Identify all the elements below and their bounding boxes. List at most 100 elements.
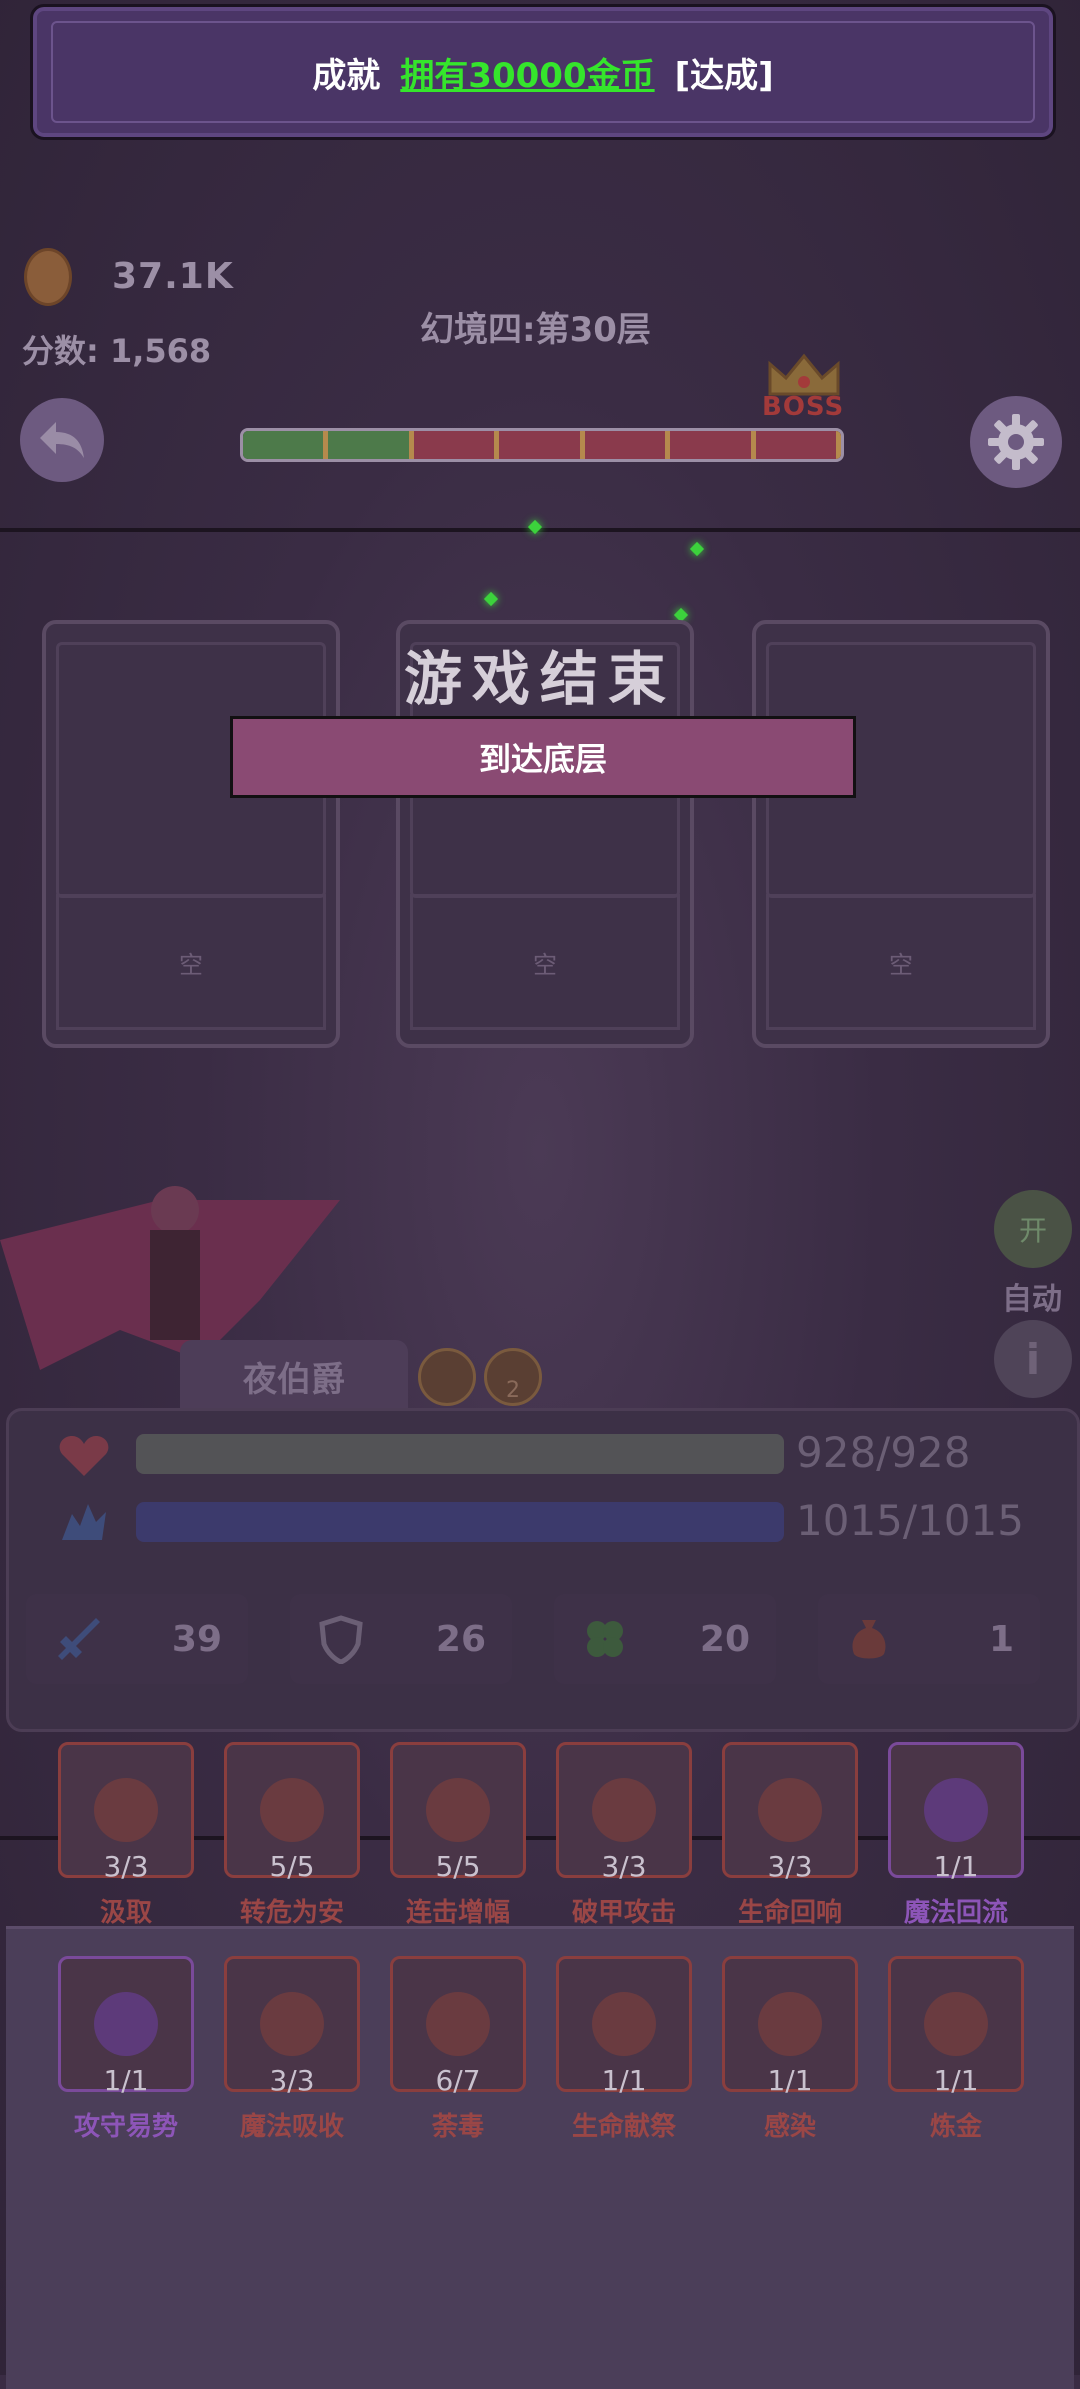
attack-value: 39 [171,1618,222,1660]
clover-icon [587,1621,623,1657]
skill-icon [592,1778,656,1842]
skill-icon [924,1778,988,1842]
mana-icon [62,1504,106,1540]
settings-button[interactable] [970,396,1062,488]
buff-stack-icon[interactable]: 2 [484,1348,542,1406]
shield-icon [319,1615,363,1664]
skill-slot[interactable]: 5/5 [224,1742,360,1883]
skill-icon [592,1992,656,2056]
skill-count: 3/3 [103,1850,149,1883]
skill-count: 1/1 [767,2064,813,2097]
luck-stat: 20 [554,1594,776,1684]
info-icon: i [1025,1334,1041,1384]
skill-name: 转危为安 [239,1898,344,1928]
hp-bar [136,1434,784,1474]
luck-value: 20 [699,1618,750,1660]
mp-value: 1015/1015 [796,1496,1024,1545]
skill-icon [94,1992,158,2056]
mp-bar [136,1502,784,1542]
progress-segment [413,431,500,459]
character-name: 夜伯爵 [180,1340,408,1412]
skill-icon [426,1778,490,1842]
skill-slot[interactable]: 1/1 [556,1956,692,2097]
skill-icon [924,1992,988,2056]
auto-toggle-button[interactable]: 开 [994,1190,1072,1268]
heart-icon [59,1436,109,1476]
coin-count: 37.1K [112,256,234,297]
skill-name: 荼毒 [431,2112,484,2142]
buff-count: 2 [506,1378,520,1403]
skill-icon [260,1778,324,1842]
defense-stat: 26 [290,1594,512,1684]
skill-slot[interactable]: 3/3 [722,1742,858,1883]
achievement-status: [达成] [674,55,774,96]
card-slot-label: 空 [410,894,680,1030]
skill-icon [426,1992,490,2056]
floor-progress-bar [240,428,844,462]
pouch-icon [852,1620,886,1659]
game-over-reason: 到达底层 [230,716,856,798]
progress-segment [755,431,841,459]
buff-icon[interactable] [418,1348,476,1406]
skill-name: 生命献祭 [571,2112,676,2142]
back-button[interactable] [20,398,104,482]
progress-segment [670,431,756,459]
skill-name: 生命回响 [737,1898,842,1928]
skill-name: 炼金 [929,2112,982,2142]
skill-slot[interactable]: 3/3 [58,1742,194,1883]
skill-name: 感染 [763,2112,816,2142]
skill-name: 连击增幅 [405,1898,510,1928]
skill-slot[interactable]: 5/5 [390,1742,526,1883]
skill-slot[interactable]: 1/1 [58,1956,194,2097]
skill-icon [260,1992,324,2056]
progress-segment [243,431,329,459]
potion-stat: 1 [818,1594,1040,1684]
skill-count: 5/5 [269,1850,315,1883]
skill-name: 魔法回流 [903,1898,1008,1928]
info-button[interactable]: i [994,1320,1072,1398]
auto-toggle-label: 开 [1018,1214,1047,1247]
skill-count: 3/3 [269,2064,315,2097]
gear-icon [988,414,1044,470]
coin-icon [24,248,72,306]
skill-count: 1/1 [933,1850,979,1883]
skill-slot[interactable]: 1/1 [888,1956,1024,2097]
skill-count: 3/3 [601,1850,647,1883]
skill-icon [94,1778,158,1842]
boss-label: BOSS [762,392,845,422]
skill-count: 6/7 [435,2064,481,2097]
defense-value: 26 [435,1618,486,1660]
game-over-title: 游戏结束 [403,645,676,713]
score-label: 分数: 1,568 [22,332,212,370]
level-title: 幻境四:第30层 [420,310,651,350]
skill-slot[interactable]: 1/1 [722,1956,858,2097]
achievement-banner: 成就 拥有30000金币 [达成] [30,4,1056,140]
card-slot-label: 空 [56,894,326,1030]
skill-count: 1/1 [601,2064,647,2097]
auto-label: 自动 [1002,1282,1062,1317]
skill-count: 1/1 [933,2064,979,2097]
skill-icon [758,1778,822,1842]
attack-stat: 39 [26,1594,248,1684]
progress-segment [584,431,671,459]
skill-slot[interactable]: 3/3 [556,1742,692,1883]
achievement-prefix: 成就 [312,55,381,96]
back-arrow-icon [40,422,84,458]
progress-segment [499,431,585,459]
skill-name: 破甲攻击 [571,1898,676,1928]
skill-icon [758,1992,822,2056]
skill-count: 1/1 [103,2064,149,2097]
skill-slot[interactable]: 3/3 [224,1956,360,2097]
card-slot-label: 空 [766,894,1036,1030]
progress-segment [328,431,414,459]
skill-slot[interactable]: 6/7 [390,1956,526,2097]
skill-name: 魔法吸收 [239,2112,344,2142]
skill-name: 汲取 [99,1898,152,1928]
skill-count: 5/5 [435,1850,481,1883]
potion-value: 1 [988,1618,1014,1660]
hp-value: 928/928 [796,1428,971,1477]
sword-icon [58,1618,100,1660]
achievement-name: 拥有30000金币 [400,55,655,96]
skill-slot[interactable]: 1/1 [888,1742,1024,1883]
skill-count: 3/3 [767,1850,813,1883]
